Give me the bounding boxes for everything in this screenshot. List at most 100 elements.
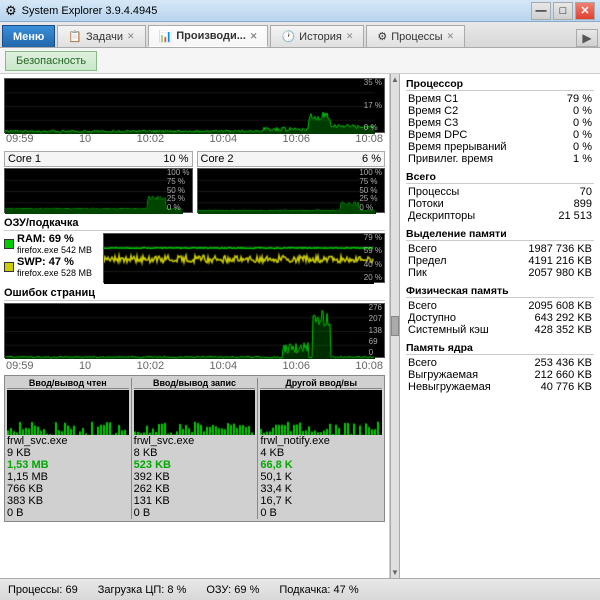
status-processes: Процессы: 69 [8,584,78,596]
rp-row-memalloc-peak: Пик 2057 980 KB [406,267,594,279]
mem-alloc-section: Выделение памяти Всего 1987 736 KB Преде… [406,228,594,279]
tab-performance-label: Производи... [176,30,246,42]
page-faults-x-labels: 09:59 10 10:02 10:04 10:06 10:08 [4,360,385,372]
rp-row-phys-cache: Системный кэш 428 352 KB [406,324,594,336]
scroll-thumb[interactable] [391,316,399,336]
rp-row-memalloc-total: Всего 1987 736 KB [406,243,594,255]
tab-processes[interactable]: ⚙ Процессы ✕ [366,25,465,47]
page-faults-title: Ошибок страниц [4,287,385,301]
right-panel: Процессор Время С1 79 % Время С2 0 % Вре… [400,74,600,578]
rp-row-dpc: Время DPC 0 % [406,129,594,141]
cpu-main-x-labels: 09:59 10 10:02 10:04 10:06 10:08 [4,133,385,145]
processor-section: Процессор Время С1 79 % Время С2 0 % Вре… [406,78,594,165]
io-write-chart-container [134,390,256,435]
tab-bar: Меню 📋 Задачи ✕ 📊 Производи... ✕ 🕐 Истор… [0,22,600,48]
app-icon: ⚙ [5,3,17,19]
tab-history[interactable]: 🕐 История ✕ [270,25,364,47]
title-bar: ⚙ System Explorer 3.9.4.4945 — □ ✕ [0,0,600,22]
ram-label: RAM: 69 % [17,233,92,245]
cpu-cores-row: Core 1 10 % 100 % 75 % 50 % 25 % 0 % [4,151,385,213]
app-title: System Explorer 3.9.4.4945 [22,5,158,17]
cpu-main-chart [5,79,375,134]
toolbar: Безопасность [0,48,600,74]
tab-extra-button[interactable]: ▶ [576,29,598,47]
kernel-section: Память ядра Всего 253 436 KB Выгружаемая… [406,342,594,393]
status-cpu: Загрузка ЦП: 8 % [98,584,187,596]
tab-menu[interactable]: Меню [2,25,55,47]
left-panel: 35 % 17 % 0 % 09:59 10 10:02 10:04 10:06… [0,74,390,578]
scroll-up[interactable]: ▲ [391,75,399,84]
cpu-core1: Core 1 10 % 100 % 75 % 50 % 25 % 0 % [4,151,193,213]
ram-chart-container: 79 % 59 % 40 % 20 % [103,233,385,283]
core1-percent: 10 % [163,153,188,165]
rp-row-threads: Потоки 899 [406,198,594,210]
core2-label: Core 2 [201,153,234,165]
ram-legend-row: RAM: 69 % firefox.exe 542 MB [4,233,99,255]
close-button[interactable]: ✕ [575,2,595,20]
io-read-chart [7,390,127,435]
tab-history-close[interactable]: ✕ [346,31,354,42]
io-write-legend: frwl_svc.exe 8 KB 523 KB 392 KB 262 KB 1… [134,435,256,519]
kernel-title: Память ядра [406,342,594,355]
performance-icon: 📊 [159,30,173,43]
io-read-chart-container [7,390,129,435]
cpu-core2: Core 2 6 % 100 % 75 % 50 % 25 % 0 % [197,151,386,213]
io-other-col: Другой ввод/вы frwl_notify.exe 4 KB 66,8… [258,378,382,519]
io-read-title: Ввод/вывод чтен [7,378,129,389]
rp-row-priv: Привилег. время 1 % [406,153,594,165]
cpu-main-section: 35 % 17 % 0 % 09:59 10 10:02 10:04 10:06… [4,78,385,145]
tab-menu-label: Меню [13,31,44,43]
io-other-chart-container [260,390,382,435]
io-read-legend: frwl_svc.exe 9 KB 1,53 MB 1,15 MB 766 KB… [7,435,129,519]
scrollbar[interactable]: ▲ ▼ [390,74,400,578]
rp-row-kernel-total: Всего 253 436 KB [406,357,594,369]
ram-legend: RAM: 69 % firefox.exe 542 MB SWP: 47 % f… [4,233,99,283]
tab-tasks[interactable]: 📋 Задачи ✕ [57,25,145,47]
security-label: Безопасность [16,55,86,67]
core2-chart [198,169,376,214]
tab-tasks-close[interactable]: ✕ [127,31,135,42]
core1-label: Core 1 [8,153,41,165]
minimize-button[interactable]: — [531,2,551,20]
history-icon: 🕐 [281,30,295,43]
tab-performance[interactable]: 📊 Производи... ✕ [148,25,269,47]
phys-mem-section: Физическая память Всего 2095 608 KB Дост… [406,285,594,336]
io-read-col: Ввод/вывод чтен frwl_svc.exe 9 KB 1,53 M… [7,378,132,519]
rp-row-descriptors: Дескрипторы 21 513 [406,210,594,222]
total-section: Всего Процессы 70 Потоки 899 Дескрипторы… [406,171,594,222]
core1-chart [5,169,183,214]
io-other-chart [260,390,380,435]
rp-row-kernel-nonpaged: Невыгружаемая 40 776 KB [406,381,594,393]
scroll-down[interactable]: ▼ [391,568,399,577]
tasks-icon: 📋 [68,30,82,43]
page-faults-chart [5,304,375,359]
mem-alloc-title: Выделение памяти [406,228,594,241]
io-other-title: Другой ввод/вы [260,378,382,389]
swp-label: SWP: 47 % [17,256,92,268]
io-other-legend: frwl_notify.exe 4 KB 66,8 K 50,1 K 33,4 … [260,435,382,519]
ram-section: RAM: 69 % firefox.exe 542 MB SWP: 47 % f… [4,233,385,283]
rp-row-processes: Процессы 70 [406,186,594,198]
tab-performance-close[interactable]: ✕ [250,31,258,42]
rp-row-c1: Время С1 79 % [406,93,594,105]
rp-row-kernel-paged: Выгружаемая 212 660 KB [406,369,594,381]
rp-row-phys-total: Всего 2095 608 KB [406,300,594,312]
rp-row-phys-avail: Доступно 643 292 KB [406,312,594,324]
io-charts-row: Ввод/вывод чтен frwl_svc.exe 9 KB 1,53 M… [7,378,382,519]
swp-color-box [4,262,14,272]
swp-legend-row: SWP: 47 % firefox.exe 528 MB [4,256,99,278]
tab-processes-label: Процессы [391,31,442,43]
io-write-col: Ввод/вывод запис frwl_svc.exe 8 KB 523 K… [132,378,259,519]
maximize-button[interactable]: □ [553,2,573,20]
rp-row-c3: Время С3 0 % [406,117,594,129]
security-button[interactable]: Безопасность [5,51,97,71]
status-ram: ОЗУ: 69 % [206,584,259,596]
status-bar: Процессы: 69 Загрузка ЦП: 8 % ОЗУ: 69 % … [0,578,600,600]
tab-processes-close[interactable]: ✕ [447,31,455,42]
page-faults-chart-container: 276 207 138 69 0 [4,303,385,358]
processor-title: Процессор [406,78,594,91]
tab-tasks-label: Задачи [86,31,123,43]
swp-detail: firefox.exe 528 MB [17,268,92,278]
rp-row-memalloc-limit: Предел 4191 216 KB [406,255,594,267]
processes-icon: ⚙ [377,30,387,43]
